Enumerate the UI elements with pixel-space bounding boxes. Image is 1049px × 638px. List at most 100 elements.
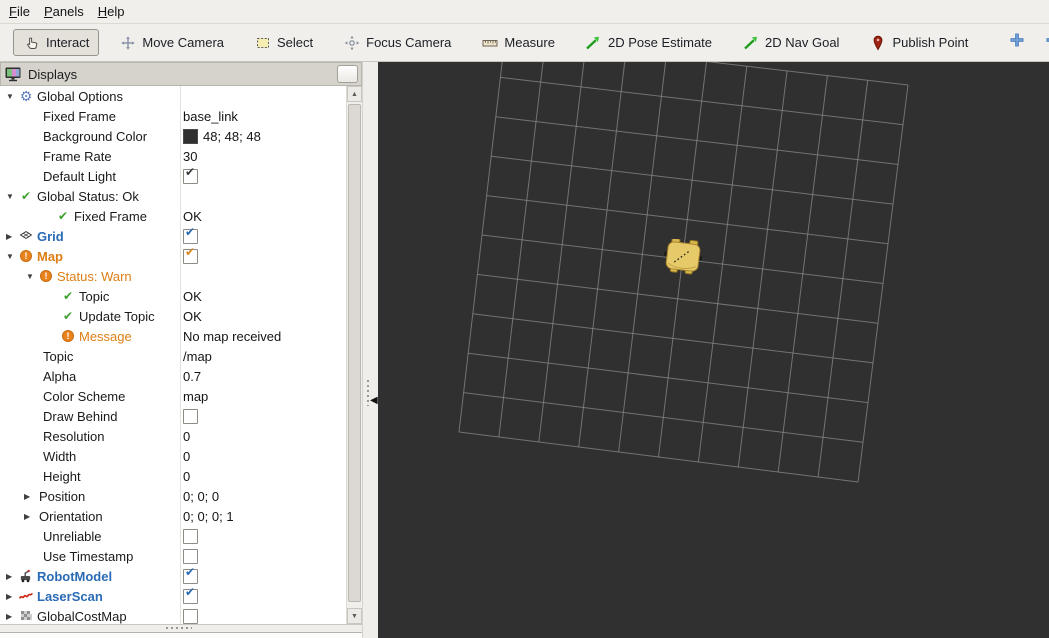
display-row-map-topic[interactable]: Topic/map xyxy=(0,346,346,366)
enable-checkbox[interactable]: ✔ xyxy=(183,165,198,184)
property-value[interactable]: OK xyxy=(183,309,202,324)
property-value[interactable]: 0; 0; 0; 1 xyxy=(183,509,234,524)
tool-focus-camera[interactable]: Focus Camera xyxy=(333,29,461,56)
display-row-global-status[interactable]: ▼ ✔ Global Status: Ok xyxy=(0,186,346,206)
property-value[interactable]: 0 xyxy=(183,469,190,484)
expander-icon[interactable]: ▼ xyxy=(26,272,38,281)
plus-button[interactable] xyxy=(1002,28,1032,57)
render-viewport-3d[interactable] xyxy=(378,62,1049,638)
expander-icon[interactable]: ▶ xyxy=(6,592,18,601)
property-value[interactable]: OK xyxy=(183,289,202,304)
display-row-map-unreliable[interactable]: Unreliable xyxy=(0,526,346,546)
display-row-map-status-topic[interactable]: ✔ Topic OK xyxy=(0,286,346,306)
display-row-map-color-scheme[interactable]: Color Scheme map xyxy=(0,386,346,406)
menu-file[interactable]: File xyxy=(6,1,41,22)
display-row-robotmodel[interactable]: ▶ RobotModel ✔ xyxy=(0,565,346,586)
property-value[interactable]: ✔ xyxy=(183,585,198,604)
property-value[interactable]: 0.7 xyxy=(183,369,201,384)
property-value[interactable]: 0 xyxy=(183,429,190,444)
display-row-laserscan[interactable]: ▶ LaserScan ✔ xyxy=(0,585,346,606)
display-row-map-status[interactable]: ▼! Status: Warn xyxy=(0,266,346,286)
display-row-map-status-message[interactable]: ! Message No map received xyxy=(0,326,346,346)
display-row-status-fixed-frame[interactable]: ✔ Fixed Frame OK xyxy=(0,206,346,226)
display-row-map-height[interactable]: Height 0 xyxy=(0,466,346,486)
display-row-map-status-update-topic[interactable]: ✔ Update Topic OK xyxy=(0,306,346,326)
tool-2d-pose-estimate[interactable]: 2D Pose Estimate xyxy=(575,29,722,56)
property-value[interactable]: /map xyxy=(183,349,212,364)
enable-checkbox[interactable] xyxy=(183,408,198,424)
scrollbar-thumb[interactable] xyxy=(348,104,361,602)
displays-panel-header[interactable]: Displays xyxy=(0,62,362,86)
enable-checkbox[interactable]: ✔ xyxy=(183,245,198,264)
scrollbar-track[interactable] xyxy=(347,102,362,608)
display-row-map-alpha[interactable]: Alpha 0.7 xyxy=(0,366,346,386)
enable-checkbox[interactable]: ✔ xyxy=(183,585,198,604)
property-value[interactable]: ✔ xyxy=(183,245,198,264)
splitter-handle-dots xyxy=(367,380,369,406)
property-value[interactable]: ✔ xyxy=(183,565,198,584)
property-value[interactable]: ✔ xyxy=(183,225,198,244)
panel-float-button[interactable] xyxy=(337,65,358,83)
display-row-grid[interactable]: ▶ Grid ✔ xyxy=(0,225,346,246)
property-value[interactable]: 48; 48; 48 xyxy=(183,128,261,144)
display-row-fixed-frame[interactable]: Fixed Frame base_link xyxy=(0,106,346,126)
rviz-window: File Panels Help Interact Move Camera Select… xyxy=(0,0,1049,638)
enable-checkbox[interactable]: ✔ xyxy=(183,565,198,584)
expander-icon[interactable]: ▶ xyxy=(6,572,18,581)
property-value[interactable]: 0; 0; 0 xyxy=(183,489,219,504)
property-value[interactable] xyxy=(183,408,198,424)
property-value[interactable]: OK xyxy=(183,209,202,224)
display-row-map-use-timestamp[interactable]: Use Timestamp xyxy=(0,546,346,566)
display-row-map-position[interactable]: ▶ Position 0; 0; 0 xyxy=(0,486,346,506)
tool-select[interactable]: Select xyxy=(244,29,323,56)
property-label: GlobalCostMap xyxy=(37,608,127,624)
expander-icon[interactable]: ▼ xyxy=(6,252,18,261)
minus-button[interactable]: ▾ xyxy=(1038,28,1049,57)
property-value[interactable] xyxy=(183,528,198,544)
property-value[interactable]: 0 xyxy=(183,449,190,464)
color-value-text: 48; 48; 48 xyxy=(203,128,261,144)
toolbar-view-buttons: ▾▾ xyxy=(999,28,1049,57)
scrollbar-down-icon[interactable]: ▼ xyxy=(347,608,362,624)
property-value[interactable]: 30 xyxy=(183,149,197,164)
display-row-globalcostmap[interactable]: ▶ GlobalCostMap xyxy=(0,606,346,624)
panel-collapse-arrow-icon[interactable]: ◀ xyxy=(370,396,378,406)
property-value[interactable]: map xyxy=(183,389,208,404)
property-value[interactable]: No map received xyxy=(183,329,281,344)
display-row-global-options[interactable]: ▼ ⚙ Global Options xyxy=(0,86,346,106)
tool-2d-nav-goal[interactable]: 2D Nav Goal xyxy=(732,29,849,56)
tool-publish-point[interactable]: Publish Point xyxy=(859,29,978,56)
tool-measure[interactable]: Measure xyxy=(471,29,565,56)
menu-panels[interactable]: Panels xyxy=(41,1,95,22)
expander-icon[interactable]: ▶ xyxy=(6,232,18,241)
display-row-default-light[interactable]: Default Light ✔ xyxy=(0,165,346,186)
vertical-splitter[interactable]: ◀ xyxy=(362,62,378,638)
expander-icon[interactable]: ▼ xyxy=(6,92,18,101)
expander-icon[interactable]: ▼ xyxy=(6,192,18,201)
enable-checkbox[interactable] xyxy=(183,608,198,624)
display-row-map-orientation[interactable]: ▶ Orientation 0; 0; 0; 1 xyxy=(0,506,346,526)
display-row-background-color[interactable]: Background Color 48; 48; 48 xyxy=(0,126,346,146)
display-row-map[interactable]: ▼! Map ✔ xyxy=(0,245,346,266)
tree-scrollbar[interactable]: ▲ ▼ xyxy=(346,86,362,624)
display-row-map-draw-behind[interactable]: Draw Behind xyxy=(0,406,346,426)
expander-icon[interactable]: ▶ xyxy=(6,612,18,621)
property-value[interactable] xyxy=(183,548,198,564)
enable-checkbox[interactable] xyxy=(183,548,198,564)
color-swatch[interactable] xyxy=(183,128,198,144)
display-row-map-resolution[interactable]: Resolution 0 xyxy=(0,426,346,446)
display-row-map-width[interactable]: Width 0 xyxy=(0,446,346,466)
panel-bottom-splitter[interactable] xyxy=(0,624,362,632)
enable-checkbox[interactable]: ✔ xyxy=(183,225,198,244)
display-row-frame-rate[interactable]: Frame Rate 30 xyxy=(0,146,346,166)
expander-icon[interactable]: ▶ xyxy=(24,492,36,501)
menu-help[interactable]: Help xyxy=(95,1,136,22)
scrollbar-up-icon[interactable]: ▲ xyxy=(347,86,362,102)
tool-interact[interactable]: Interact xyxy=(13,29,100,56)
enable-checkbox[interactable] xyxy=(183,528,198,544)
property-value[interactable]: ✔ xyxy=(183,165,198,184)
expander-icon[interactable]: ▶ xyxy=(24,512,36,521)
property-value[interactable] xyxy=(183,608,198,624)
tool-move-camera[interactable]: Move Camera xyxy=(109,29,234,56)
property-value[interactable]: base_link xyxy=(183,109,238,124)
